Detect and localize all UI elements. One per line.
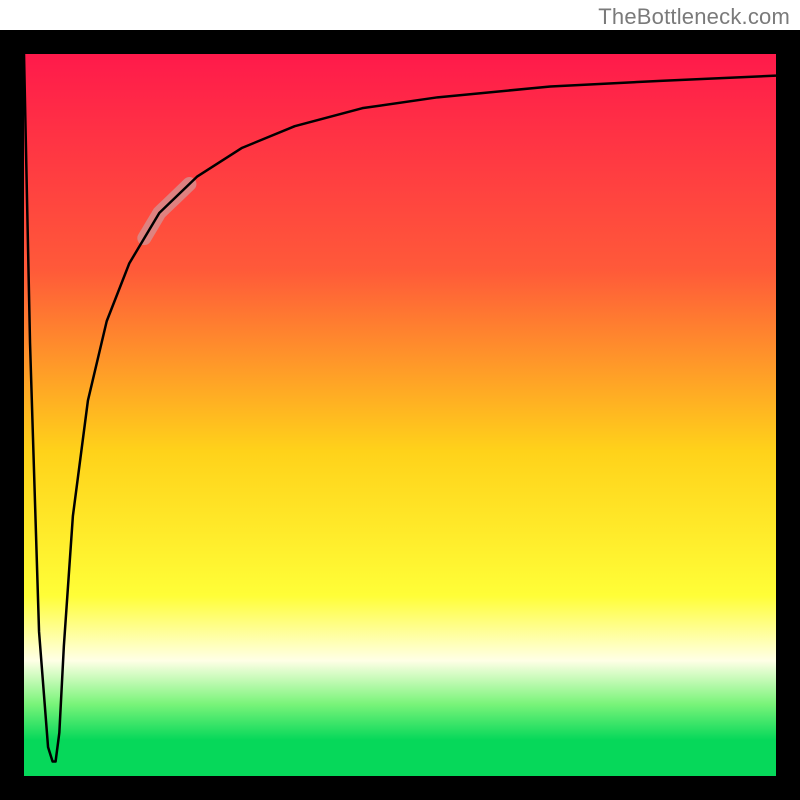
attribution-text: TheBottleneck.com [598, 4, 790, 30]
gradient-background [24, 54, 776, 776]
plot-area [24, 54, 776, 776]
bottleneck-chart [0, 30, 800, 800]
chart-container: TheBottleneck.com [0, 0, 800, 800]
